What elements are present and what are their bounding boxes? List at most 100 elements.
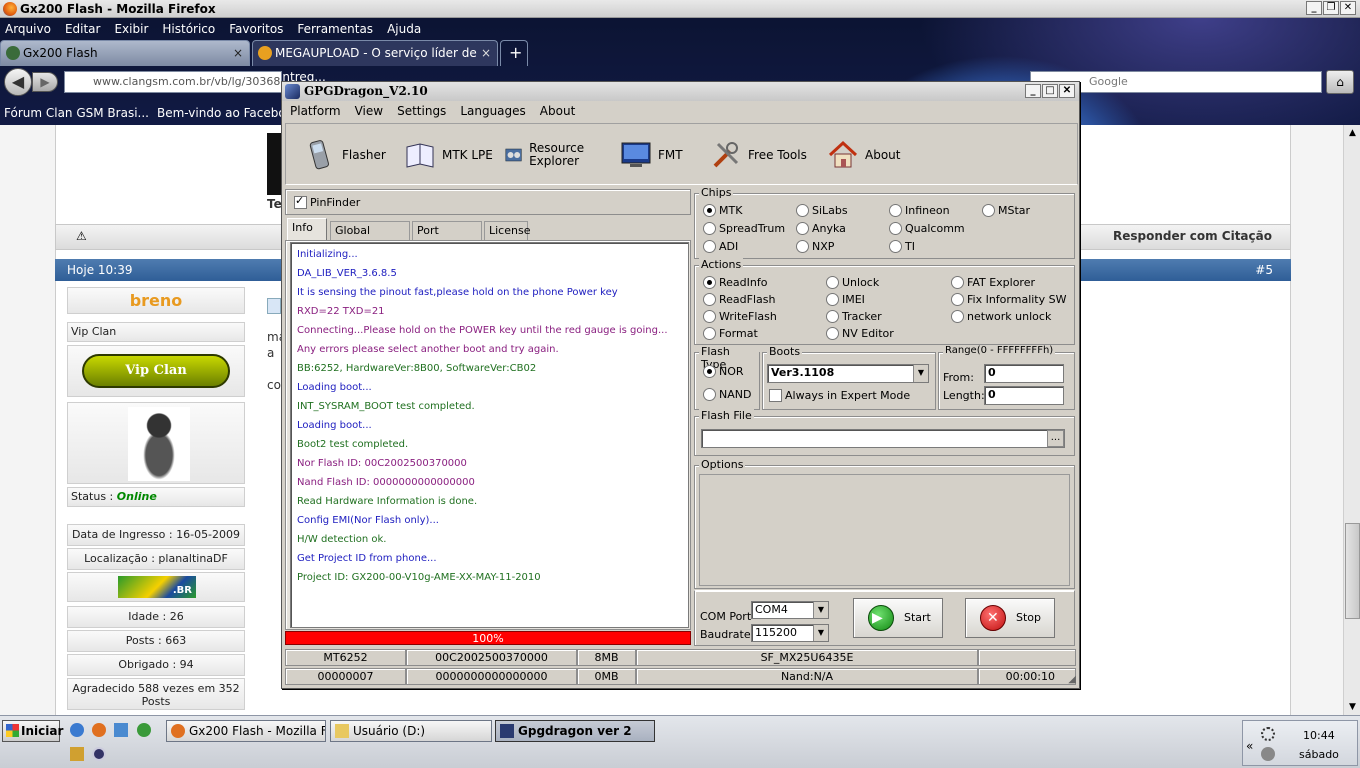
- tab-megaupload[interactable]: MEGAUPLOAD - O serviço líder de entreg..…: [252, 40, 498, 84]
- from-input[interactable]: 0: [984, 364, 1064, 383]
- start-button-taskbar[interactable]: Iniciar: [2, 720, 63, 742]
- flasher-button[interactable]: Flasher: [304, 134, 386, 176]
- mtk-lpe-button[interactable]: MTK LPE: [404, 134, 493, 176]
- menu-ajuda[interactable]: Ajuda: [387, 22, 421, 36]
- length-input[interactable]: 0: [984, 386, 1064, 405]
- menu-favoritos[interactable]: Favoritos: [229, 22, 283, 36]
- chip-qualcomm-radio[interactable]: Qualcomm: [889, 222, 965, 235]
- gpg-close-button[interactable]: ✕: [1059, 84, 1075, 98]
- action-nv-editor-radio[interactable]: NV Editor: [826, 327, 894, 340]
- firefox-quicklaunch-icon[interactable]: [92, 723, 106, 737]
- menu-settings[interactable]: Settings: [397, 104, 446, 118]
- chip-anyka-radio[interactable]: Anyka: [796, 222, 846, 235]
- network-tray-icon[interactable]: [1261, 727, 1275, 741]
- minimize-button[interactable]: _: [1306, 1, 1322, 15]
- tab-port-monitor[interactable]: Port Monitor: [412, 221, 482, 255]
- url-field[interactable]: www.clangsm.com.br/vb/lg/30368-gx: [64, 71, 282, 93]
- menu-exibir[interactable]: Exibir: [114, 22, 148, 36]
- menu-platform[interactable]: Platform: [290, 104, 341, 118]
- action-unlock-radio[interactable]: Unlock: [826, 276, 879, 289]
- close-tab-icon[interactable]: ×: [481, 41, 491, 65]
- com-port-select[interactable]: COM4 ▼: [751, 601, 829, 619]
- tools-quicklaunch-icon[interactable]: [70, 747, 84, 761]
- desktop-quicklaunch-icon[interactable]: [114, 723, 128, 737]
- action-imei-radio[interactable]: IMEI: [826, 293, 865, 306]
- log-textarea[interactable]: Initializing... DA_LIB_VER_3.6.8.5 It is s…: [290, 242, 689, 628]
- pinfinder-checkbox[interactable]: PinFinder: [294, 194, 360, 209]
- baudrate-select[interactable]: 115200 ▼: [751, 624, 829, 642]
- ie-quicklaunch-icon[interactable]: [70, 723, 84, 737]
- chip-infineon-radio[interactable]: Infineon: [889, 204, 950, 217]
- chevron-down-icon[interactable]: ▼: [913, 365, 928, 382]
- back-button[interactable]: ◀: [4, 68, 32, 96]
- post-number[interactable]: #5: [1255, 259, 1273, 281]
- action-fat-explorer-radio[interactable]: FAT Explorer: [951, 276, 1035, 289]
- free-tools-button[interactable]: Free Tools: [710, 134, 807, 176]
- clock-time[interactable]: 10:44: [1303, 729, 1335, 742]
- chevron-down-icon[interactable]: ▼: [813, 625, 828, 641]
- page-scrollbar[interactable]: ▲ ▼: [1343, 125, 1360, 715]
- tab-license[interactable]: License: [484, 221, 530, 240]
- chip-mstar-radio[interactable]: MStar: [982, 204, 1030, 217]
- gpg-minimize-button[interactable]: _: [1025, 84, 1041, 98]
- menu-ferramentas[interactable]: Ferramentas: [297, 22, 373, 36]
- flash-file-input[interactable]: [701, 429, 1065, 448]
- action-network-unlock-radio[interactable]: network unlock: [951, 310, 1051, 323]
- menu-about[interactable]: About: [540, 104, 575, 118]
- boots-select[interactable]: Ver3.1108 ▼: [767, 364, 929, 383]
- action-format-radio[interactable]: Format: [703, 327, 758, 340]
- menu-editar[interactable]: Editar: [65, 22, 101, 36]
- close-tab-icon[interactable]: ×: [233, 41, 243, 65]
- browse-button[interactable]: ...: [1047, 430, 1064, 447]
- action-writeflash-radio[interactable]: WriteFlash: [703, 310, 777, 323]
- reply-quote-button[interactable]: Responder com Citação: [1113, 229, 1272, 243]
- chip-ti-radio[interactable]: TI: [889, 240, 915, 253]
- forward-button[interactable]: ▶: [32, 72, 58, 92]
- taskbar-gpgdragon[interactable]: Gpgdragon ver 2: [495, 720, 655, 742]
- tab-info[interactable]: Info: [287, 218, 327, 241]
- scroll-down-icon[interactable]: ▼: [1345, 699, 1360, 715]
- menu-view[interactable]: View: [355, 104, 383, 118]
- resize-grip-icon[interactable]: ◢: [1068, 674, 1076, 685]
- taskbar-firefox[interactable]: Gx200 Flash - Mozilla Fire...: [166, 720, 326, 742]
- home-icon[interactable]: ⌂: [1326, 70, 1354, 94]
- report-icon[interactable]: ⚠: [76, 229, 87, 243]
- tab-global-settings[interactable]: Global Settings: [330, 221, 410, 255]
- messenger-quicklaunch-icon[interactable]: [137, 723, 151, 737]
- nor-radio[interactable]: NOR: [703, 365, 744, 378]
- volume-tray-icon[interactable]: [1261, 747, 1275, 761]
- nand-radio[interactable]: NAND: [703, 388, 751, 401]
- restore-button[interactable]: ❐: [1323, 1, 1339, 15]
- start-button[interactable]: ▶ Start: [853, 598, 943, 638]
- fmt-button[interactable]: FMT: [620, 134, 683, 176]
- action-readinfo-radio[interactable]: ReadInfo: [703, 276, 767, 289]
- close-button[interactable]: ✕: [1340, 1, 1356, 15]
- menu-languages[interactable]: Languages: [460, 104, 525, 118]
- media-quicklaunch-icon[interactable]: [92, 747, 106, 761]
- bookmark-forum[interactable]: Fórum Clan GSM Brasi...: [4, 106, 149, 120]
- chip-adi-radio[interactable]: ADI: [703, 240, 738, 253]
- gpg-titlebar[interactable]: GPGDragon_V2.10 _ □ ✕: [282, 82, 1079, 101]
- scroll-up-icon[interactable]: ▲: [1345, 125, 1360, 141]
- stop-button[interactable]: ✕ Stop: [965, 598, 1055, 638]
- chip-nxp-radio[interactable]: NXP: [796, 240, 834, 253]
- expert-mode-checkbox[interactable]: Always in Expert Mode: [769, 389, 910, 402]
- bookmark-facebook[interactable]: Bem-vindo ao Facebo...: [157, 106, 297, 120]
- taskbar-usuario-d[interactable]: Usuário (D:): [330, 720, 492, 742]
- tray-expand-icon[interactable]: «: [1246, 739, 1253, 753]
- chip-mtk-radio[interactable]: MTK: [703, 204, 742, 217]
- scroll-thumb[interactable]: [1345, 523, 1360, 619]
- action-readflash-radio[interactable]: ReadFlash: [703, 293, 775, 306]
- chip-silabs-radio[interactable]: SiLabs: [796, 204, 848, 217]
- new-tab-button[interactable]: +: [500, 40, 528, 66]
- menu-arquivo[interactable]: Arquivo: [5, 22, 51, 36]
- action-tracker-radio[interactable]: Tracker: [826, 310, 882, 323]
- resource-explorer-button[interactable]: Resource Explorer: [504, 134, 594, 176]
- username[interactable]: breno: [67, 287, 245, 314]
- menu-historico[interactable]: Histórico: [162, 22, 215, 36]
- chevron-down-icon[interactable]: ▼: [813, 602, 828, 618]
- gpg-maximize-button[interactable]: □: [1042, 84, 1058, 98]
- action-fix-informality-radio[interactable]: Fix Informality SW: [951, 293, 1066, 306]
- chip-spreadtrum-radio[interactable]: SpreadTrum: [703, 222, 785, 235]
- about-button[interactable]: About: [827, 134, 900, 176]
